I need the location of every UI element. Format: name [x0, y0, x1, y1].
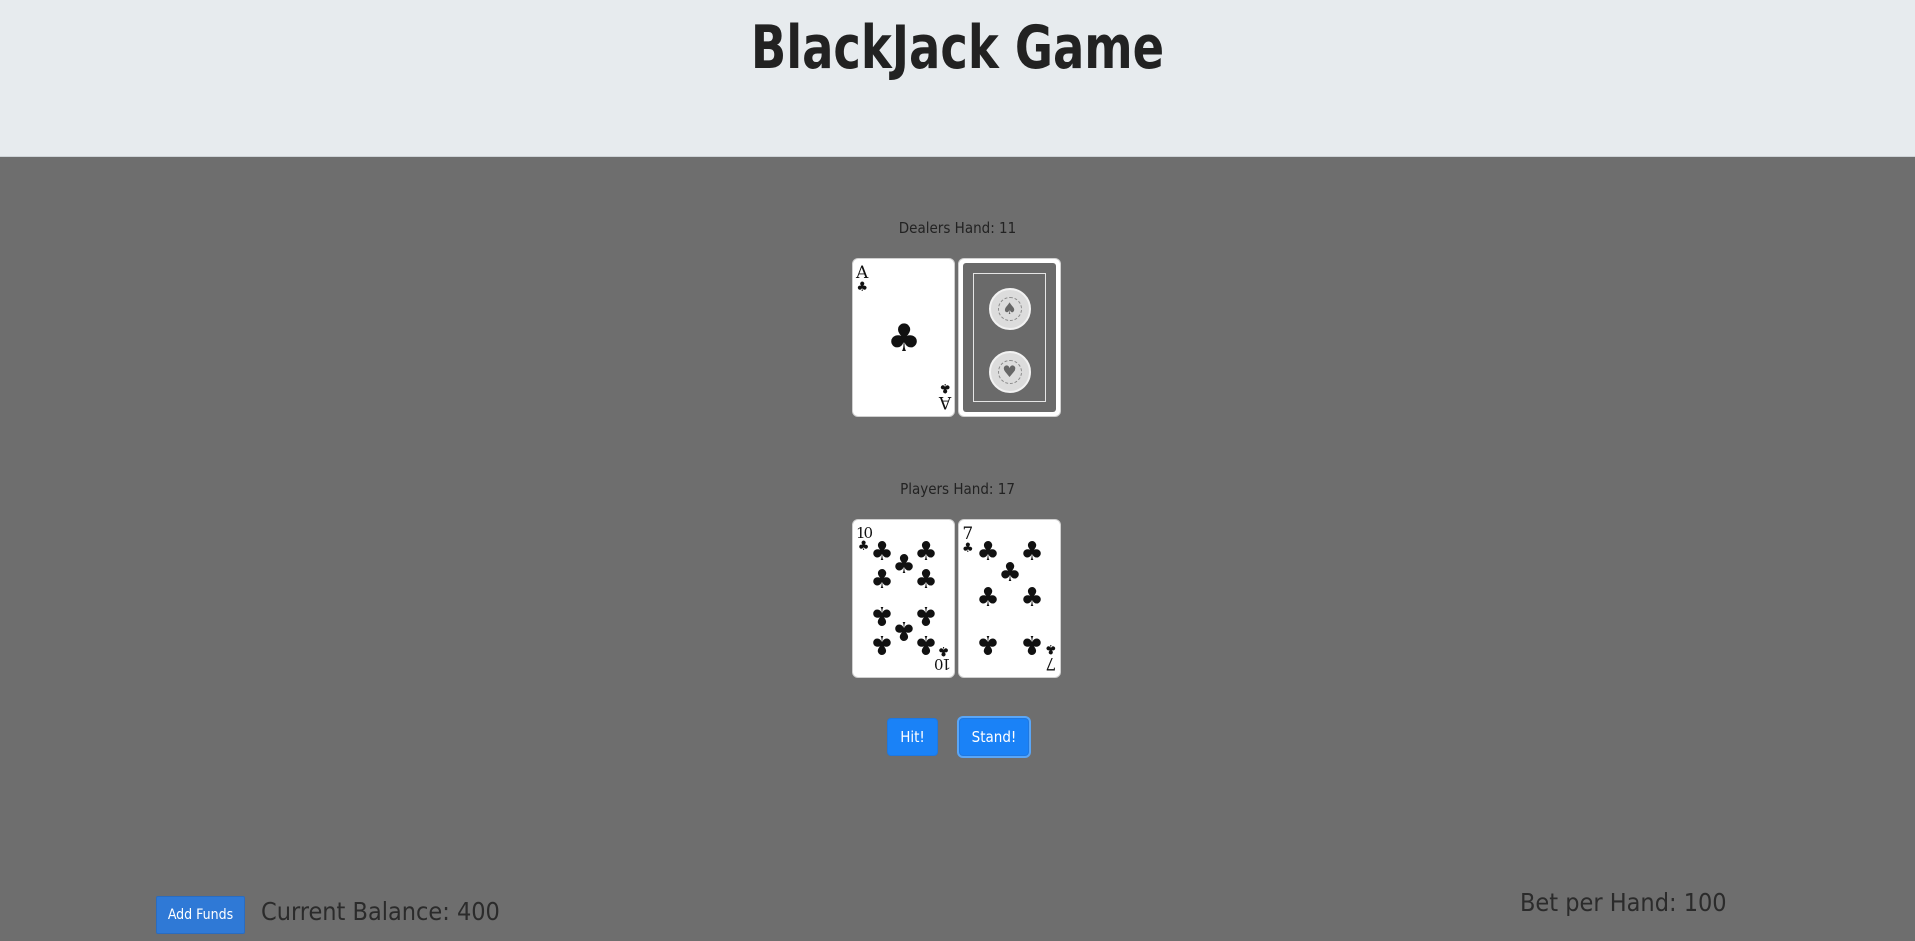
club-suit-icon: ♣: [892, 550, 916, 580]
card-corner-top: 10 ♣: [856, 526, 873, 554]
club-suit-icon: ♣: [870, 600, 894, 630]
current-balance: Current Balance: 400: [261, 897, 500, 926]
add-funds-button[interactable]: Add Funds: [156, 896, 245, 934]
card-rank: 7: [1045, 653, 1057, 673]
club-suit-icon: ♣: [914, 629, 938, 659]
club-suit-icon: ♣: [914, 565, 938, 595]
club-suit-icon: ♣: [939, 380, 951, 395]
spade-seal-icon: ♠: [1002, 299, 1017, 318]
dealer-cards: A ♣ ♣ A ♣ ♠ ♥: [852, 258, 1062, 418]
club-suit-icon: ♣: [1020, 583, 1044, 613]
dealer-card-ace-of-clubs: A ♣ ♣ A ♣: [852, 258, 955, 417]
club-suit-icon: ♣: [962, 541, 974, 556]
club-suit-icon: ♣: [1020, 537, 1044, 567]
heart-seal-icon: ♥: [1002, 362, 1017, 381]
player-card-seven-of-clubs: 7 ♣ ♣ ♣ ♣ ♣ ♣ ♣ ♣ 7 ♣: [958, 519, 1061, 678]
card-back-pattern: ♠ ♥: [963, 263, 1056, 412]
club-suit-icon: ♣: [870, 629, 894, 659]
player-hand-label: Players Hand: 17: [900, 480, 1015, 498]
bet-per-hand: Bet per Hand: 100: [1520, 888, 1727, 917]
card-corner-bottom: A ♣: [938, 380, 951, 412]
stand-button[interactable]: Stand!: [959, 718, 1029, 756]
club-suit-icon: ♣: [914, 600, 938, 630]
club-suit-icon: ♣: [857, 539, 870, 554]
card-rank: 10: [935, 655, 951, 673]
club-suit-icon: ♣: [870, 565, 894, 595]
club-suit-icon: ♣: [998, 558, 1022, 588]
card-corner-top: A ♣: [856, 265, 868, 295]
club-suit-icon: ♣: [976, 537, 1000, 567]
card-rank: A: [938, 392, 951, 412]
page-header: BlackJack Game: [0, 0, 1915, 157]
card-back-seal-icon: ♥: [988, 351, 1031, 393]
player-cards: 10 ♣ ♣ ♣ ♣ ♣ ♣ ♣ ♣ ♣ ♣ ♣ 10 ♣ 7 ♣ ♣ ♣ ♣ …: [852, 519, 1062, 679]
club-suit-icon: ♣: [892, 615, 916, 645]
card-corner-bottom: 7 ♣: [1045, 641, 1057, 673]
club-suit-icon: ♣: [976, 629, 1000, 659]
club-suit-icon: ♣: [856, 280, 868, 295]
club-suit-icon: ♣: [976, 583, 1000, 613]
card-back-seal-icon: ♠: [988, 288, 1031, 330]
club-suit-icon: ♣: [914, 537, 938, 567]
club-suit-icon: ♣: [1020, 629, 1044, 659]
page-title: BlackJack Game: [750, 13, 1165, 83]
card-corner-bottom: 10 ♣: [935, 643, 951, 673]
hit-button[interactable]: Hit!: [887, 718, 938, 756]
dealer-hand-label: Dealers Hand: 11: [898, 219, 1017, 237]
club-suit-icon: ♣: [886, 316, 922, 360]
dealer-card-face-down: ♠ ♥: [958, 258, 1061, 417]
club-suit-icon: ♣: [1045, 641, 1057, 656]
club-suit-icon: ♣: [870, 537, 894, 567]
player-card-ten-of-clubs: 10 ♣ ♣ ♣ ♣ ♣ ♣ ♣ ♣ ♣ ♣ ♣ 10 ♣: [852, 519, 955, 678]
club-suit-icon: ♣: [937, 643, 950, 658]
card-corner-top: 7 ♣: [962, 526, 974, 556]
